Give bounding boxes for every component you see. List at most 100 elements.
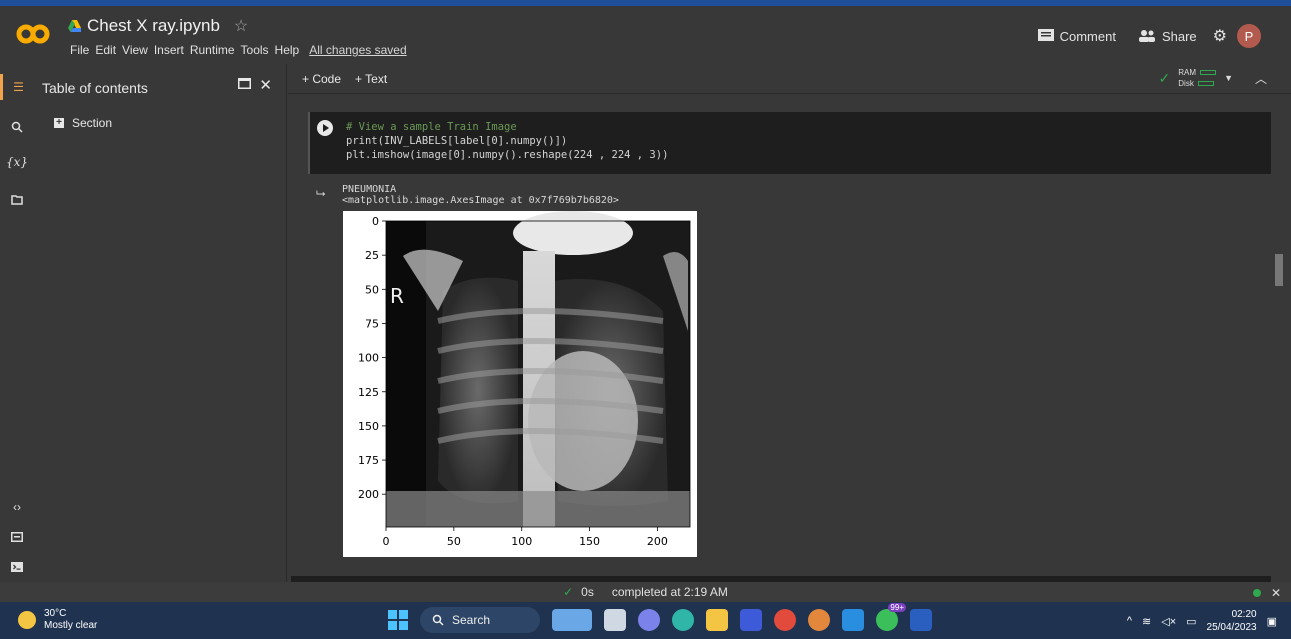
teams-chat-icon[interactable] xyxy=(638,609,660,631)
y-tick-label: 200 xyxy=(358,488,379,501)
x-tick-label: 0 xyxy=(383,535,390,548)
xray-image: R xyxy=(386,211,690,527)
add-text-button[interactable]: + Text xyxy=(355,72,387,86)
folder-app-icon[interactable] xyxy=(706,609,728,631)
status-message[interactable]: completed at 2:19 AM xyxy=(612,585,728,599)
toc-section-label: Section xyxy=(72,116,113,130)
y-tick-label: 175 xyxy=(358,454,379,467)
speaker-muted-icon[interactable]: ◁× xyxy=(1161,615,1176,628)
scrollbar-thumb[interactable] xyxy=(1275,254,1283,286)
drive-icon xyxy=(68,20,81,32)
weather-text: Mostly clear xyxy=(44,620,98,631)
menu-runtime[interactable]: Runtime xyxy=(187,43,238,57)
blue-app-icon[interactable] xyxy=(740,609,762,631)
command-palette-icon[interactable] xyxy=(0,524,34,550)
taskbar-search-label: Search xyxy=(452,613,491,627)
people-icon xyxy=(1138,30,1155,42)
xray-plot: R 0 50 100 150 200 0 25 50 75 100 125 150 175 200 xyxy=(343,211,697,557)
y-tick-label: 0 xyxy=(372,215,379,228)
moon-weather-icon xyxy=(18,611,36,629)
menu-edit[interactable]: Edit xyxy=(92,43,119,57)
toc-section-item[interactable]: + Section xyxy=(54,116,112,130)
menu-file[interactable]: File xyxy=(67,43,92,57)
menu-help[interactable]: Help xyxy=(272,43,303,57)
toc-title: Table of contents xyxy=(42,80,148,96)
code-cell[interactable]: # View a sample Train Image print(INV_LAB… xyxy=(308,112,1271,174)
edge-browser-icon[interactable] xyxy=(672,609,694,631)
menu-tools[interactable]: Tools xyxy=(238,43,272,57)
variables-icon[interactable]: {x} xyxy=(0,149,34,175)
menu-bar: File Edit View Insert Runtime Tools Help… xyxy=(67,43,410,57)
collapse-chevron-up-icon[interactable]: ︿ xyxy=(1255,70,1267,87)
comment-label: Comment xyxy=(1059,28,1116,44)
save-status[interactable]: All changes saved xyxy=(306,43,409,57)
code-editor[interactable]: # View a sample Train Image print(INV_LAB… xyxy=(346,120,668,162)
notebook-title[interactable]: Chest X ray.ipynb xyxy=(87,16,220,36)
word-app-icon[interactable] xyxy=(910,609,932,631)
whatsapp-app-icon[interactable]: 99+ xyxy=(876,603,906,631)
wifi-icon[interactable]: ≋ xyxy=(1142,615,1151,628)
y-axis-ticks: 0 25 50 75 100 125 150 175 200 xyxy=(358,215,386,501)
notebook-toolbar: + Code + Text ✓ RAM Disk ▼ ︿ xyxy=(288,64,1291,94)
x-tick-label: 50 xyxy=(447,535,461,548)
status-check-icon: ✓ xyxy=(563,585,574,599)
search-icon[interactable] xyxy=(0,114,34,140)
cell-output-text: PNEUMONIA <matplotlib.image.AxesImage at … xyxy=(342,184,619,206)
vscode-app-icon[interactable] xyxy=(842,609,864,631)
comment-icon xyxy=(1037,29,1054,41)
disk-bar xyxy=(1197,81,1214,86)
notification-badge: 99+ xyxy=(888,603,906,612)
expand-plus-icon[interactable]: + xyxy=(54,118,64,128)
taskbar-search[interactable]: Search xyxy=(420,607,540,633)
notifications-icon[interactable]: ▣ xyxy=(1267,615,1277,628)
folder-icon[interactable] xyxy=(0,187,34,213)
chrome-app-icon[interactable] xyxy=(774,609,796,631)
terminal-icon[interactable] xyxy=(0,554,34,580)
code-line-2: print(INV_LABELS[label[0].numpy()]) xyxy=(346,135,568,147)
file-explorer-app-icon[interactable] xyxy=(604,609,626,631)
windows-start-icon[interactable] xyxy=(388,610,408,630)
clock[interactable]: 02:20 25/04/2023 xyxy=(1207,608,1257,634)
output-clear-icon[interactable]: ⮡ xyxy=(316,186,326,201)
share-button[interactable]: Share xyxy=(1132,26,1203,47)
disk-label: Disk xyxy=(1178,79,1194,88)
chevron-up-icon[interactable]: ^ xyxy=(1127,615,1132,627)
colab-header: Chest X ray.ipynb ☆ File Edit View Inser… xyxy=(0,6,1291,64)
battery-icon[interactable]: ▭ xyxy=(1186,615,1196,628)
ram-bar xyxy=(1200,70,1217,75)
output-line-2: <matplotlib.image.AxesImage at 0x7f769b7… xyxy=(342,195,619,206)
code-line-1: # View a sample Train Image xyxy=(346,121,517,133)
colab-logo[interactable] xyxy=(16,22,50,46)
chrome-profile-icon[interactable] xyxy=(808,609,830,631)
left-icon-rail: ☰ {x} ‹› xyxy=(0,64,34,582)
clock-date: 25/04/2023 xyxy=(1206,622,1257,633)
open-in-tab-icon[interactable] xyxy=(238,76,252,94)
menu-view[interactable]: View xyxy=(119,43,151,57)
ram-label: RAM xyxy=(1178,68,1197,77)
plot-svg: R 0 50 100 150 200 0 25 50 75 100 125 150 175 200 xyxy=(358,211,691,548)
avatar[interactable]: P xyxy=(1237,24,1261,48)
settings-gear-icon[interactable]: ⚙ xyxy=(1213,26,1227,46)
y-tick-label: 150 xyxy=(358,420,379,433)
y-tick-label: 100 xyxy=(358,352,379,365)
y-tick-label: 50 xyxy=(365,283,379,296)
status-close-icon[interactable]: ✕ xyxy=(1271,586,1281,600)
widgets-app-icon[interactable] xyxy=(552,609,592,631)
clock-time: 02:20 xyxy=(1231,609,1257,620)
resource-meter[interactable]: RAM Disk xyxy=(1178,68,1217,88)
menu-insert[interactable]: Insert xyxy=(151,43,187,57)
close-icon[interactable]: ✕ xyxy=(259,76,272,94)
comment-button[interactable]: Comment xyxy=(1032,26,1122,47)
run-cell-button[interactable] xyxy=(317,120,333,136)
system-tray: ^ ≋ ◁× ▭ 02:20 25/04/2023 ▣ xyxy=(1127,608,1277,634)
add-code-button[interactable]: + Code xyxy=(302,72,341,86)
runtime-dropdown-icon[interactable]: ▼ xyxy=(1224,73,1233,83)
notebook-area: + Code + Text ✓ RAM Disk ▼ ︿ # View a sa… xyxy=(288,64,1291,582)
table-of-contents-panel: Table of contents ✕ + Section xyxy=(34,64,287,582)
x-axis-ticks: 0 50 100 150 200 xyxy=(383,527,668,548)
star-icon[interactable]: ☆ xyxy=(234,16,248,36)
code-snippets-icon[interactable]: ‹› xyxy=(0,494,34,520)
windows-taskbar: 30°C Mostly clear Search 99+ ^ ≋ ◁× ▭ 02… xyxy=(0,602,1291,639)
toc-icon[interactable]: ☰ xyxy=(0,74,34,100)
weather-widget[interactable]: 30°C Mostly clear xyxy=(18,608,97,632)
